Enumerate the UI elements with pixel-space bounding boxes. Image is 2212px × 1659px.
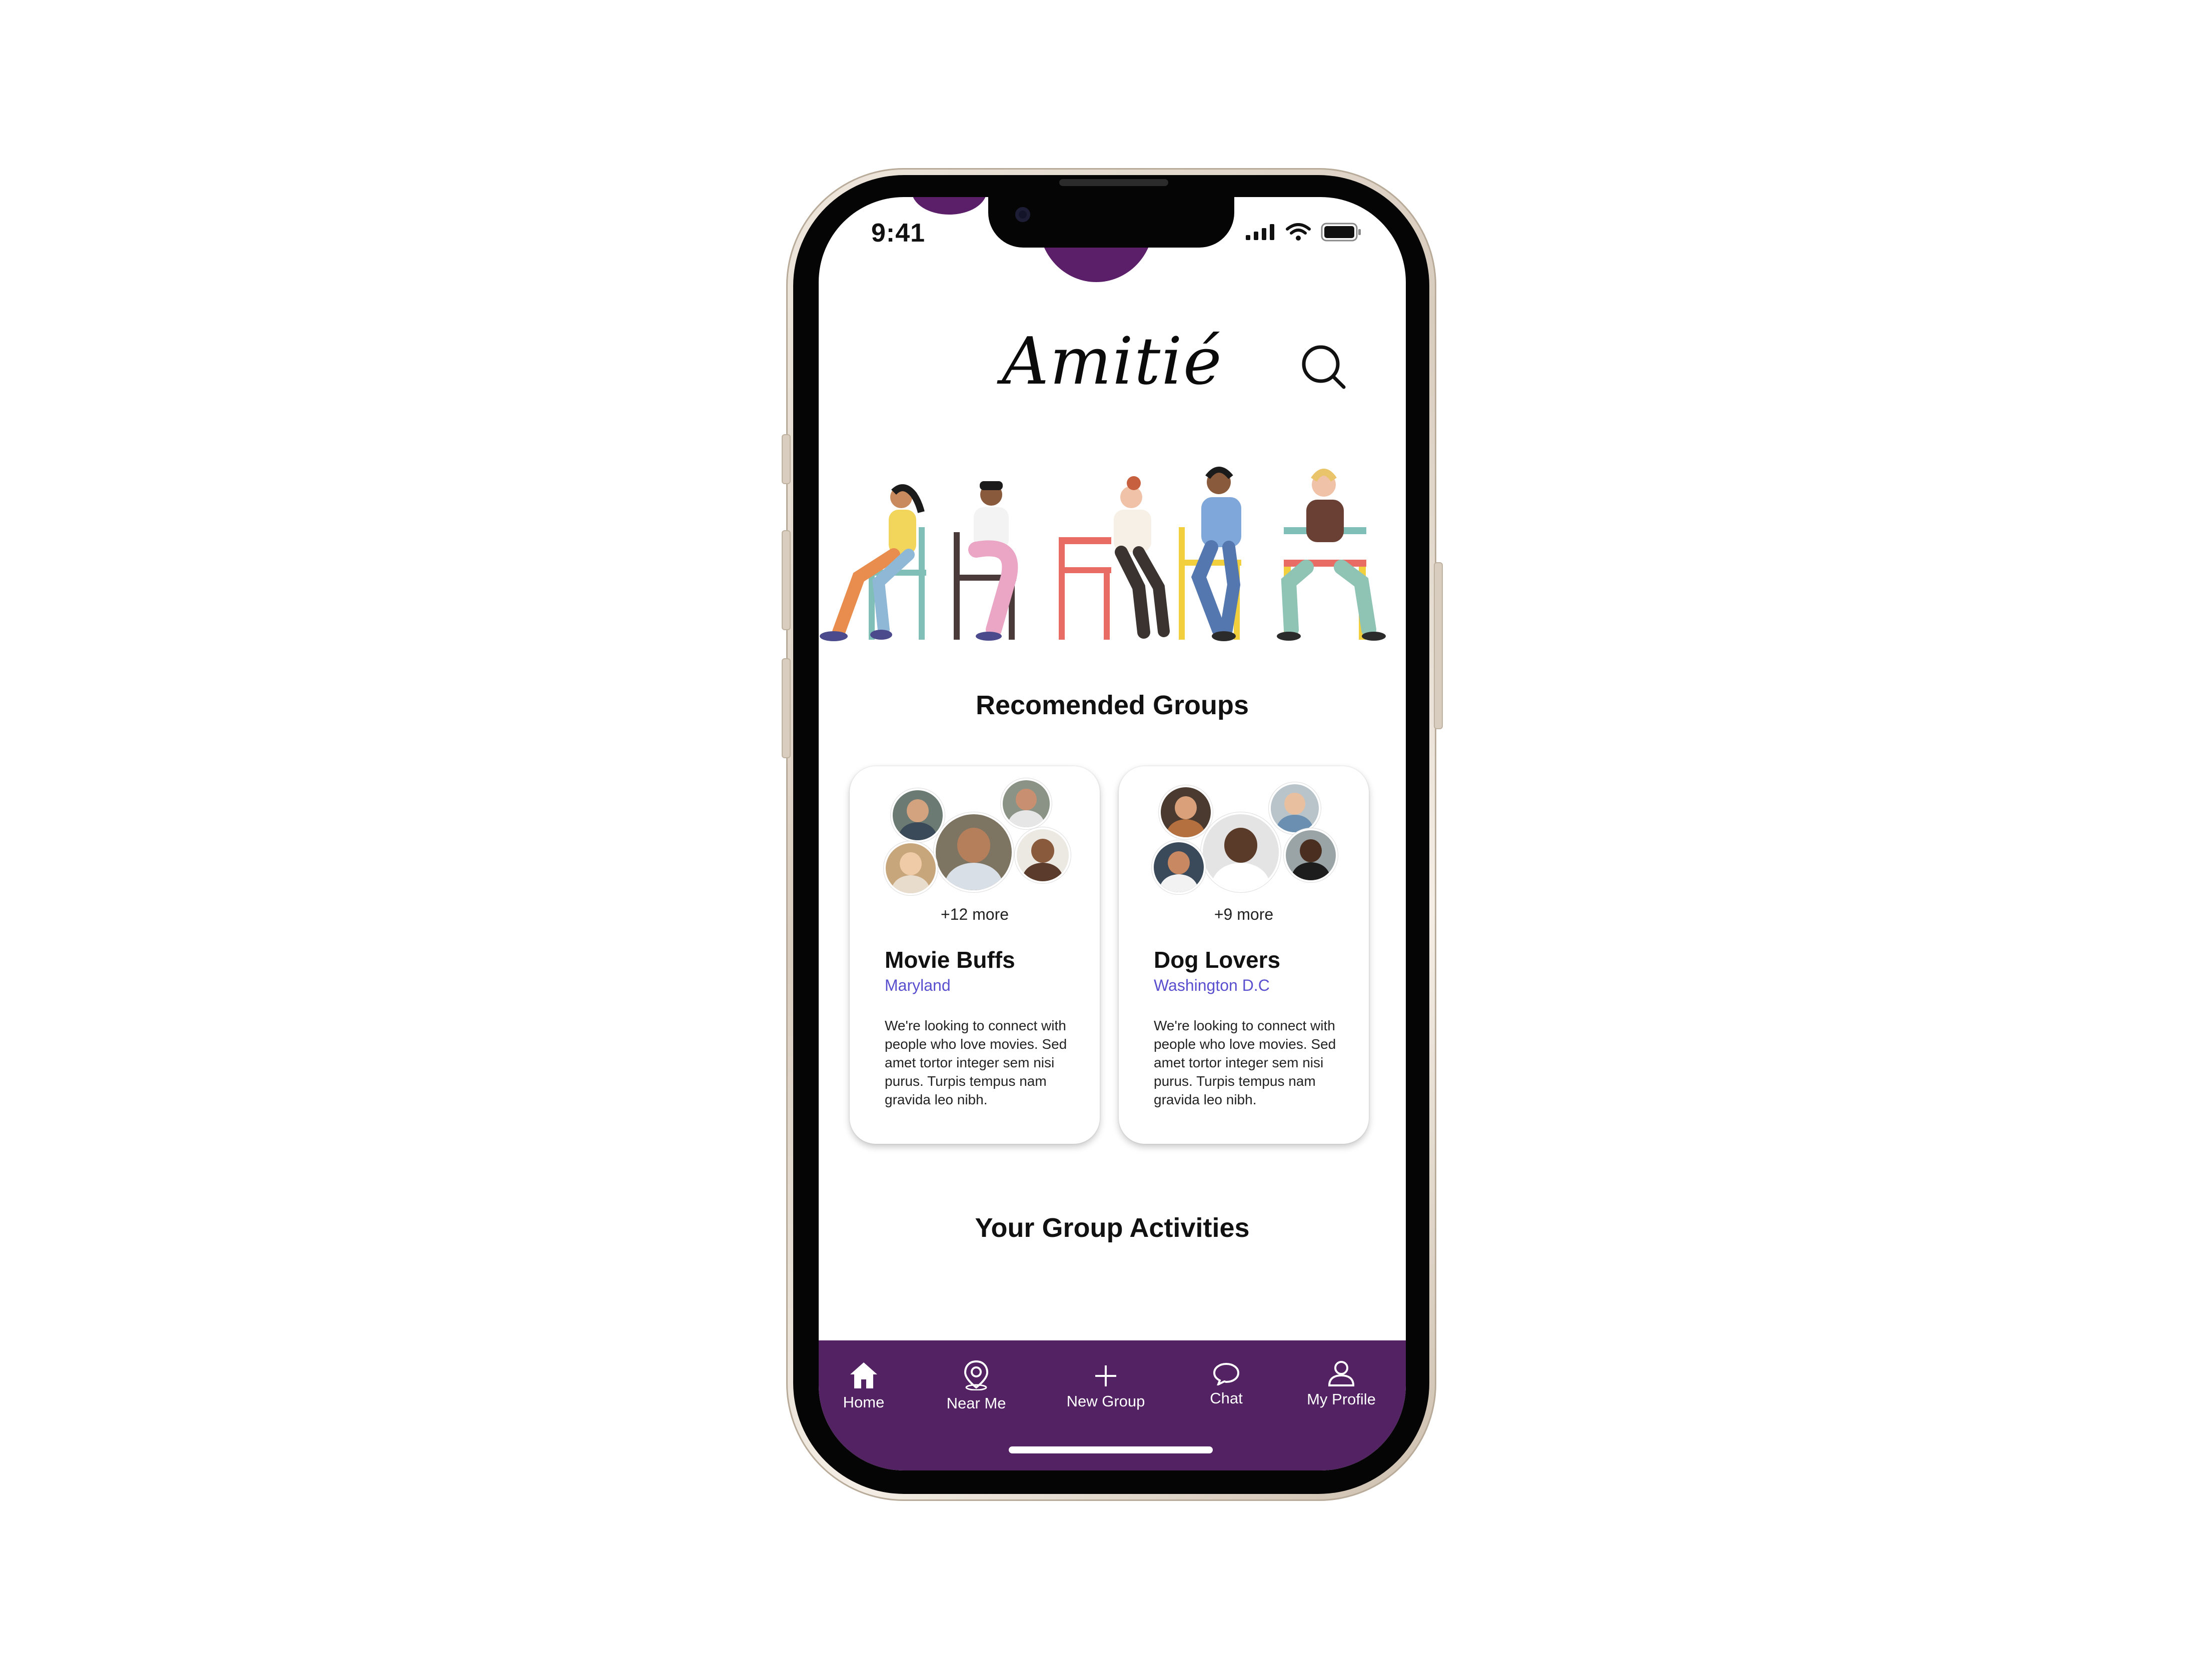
front-camera (1015, 207, 1030, 222)
decorative-blob (912, 197, 987, 215)
nav-label: New Group (1066, 1392, 1145, 1410)
volume-down-button (782, 658, 791, 758)
avatar (1152, 840, 1206, 894)
signal-icon (1246, 224, 1274, 240)
nav-home[interactable]: Home (819, 1360, 914, 1411)
silent-switch (782, 434, 791, 484)
avatar (1284, 828, 1338, 882)
home-icon (850, 1362, 877, 1388)
chat-bubble-icon (1213, 1362, 1240, 1385)
more-members-count: +12 more (940, 905, 1009, 923)
group-card-dog-lovers[interactable]: +9 more Dog Lovers Washington D.C We're … (1119, 766, 1369, 1144)
avatar (1015, 827, 1071, 883)
nav-my-profile[interactable]: My Profile (1291, 1360, 1391, 1408)
battery-icon (1321, 223, 1361, 242)
plus-icon (1095, 1365, 1116, 1386)
bottom-nav: Home Near Me New Group Chat My Profile (819, 1340, 1406, 1470)
avatar (891, 788, 945, 842)
more-members-count: +9 more (1214, 905, 1274, 923)
volume-up-button (782, 530, 791, 630)
avatar (884, 841, 938, 895)
nav-label: My Profile (1307, 1390, 1376, 1408)
wifi-icon (1286, 223, 1311, 241)
nav-new-group[interactable]: New Group (1056, 1363, 1156, 1410)
group-description: We're looking to connect with people who… (1154, 1018, 1336, 1107)
user-icon (1328, 1361, 1355, 1386)
group-card-movie-buffs[interactable]: +12 more Movie Buffs Maryland We're look… (850, 766, 1100, 1144)
app-screen: 9:41 Amitié Recomended Groups +12 more M… (819, 197, 1406, 1470)
member-avatars (850, 766, 1100, 901)
status-icons (1246, 222, 1362, 242)
search-icon (1302, 345, 1346, 389)
power-button (1434, 562, 1443, 729)
people-on-chairs-illustration (820, 467, 1386, 641)
recommended-groups-title: Recomended Groups (975, 690, 1249, 720)
status-time: 9:41 (871, 219, 926, 248)
nav-near-me[interactable]: Near Me (926, 1359, 1026, 1412)
avatar (1159, 785, 1213, 839)
speaker-grille (1059, 179, 1168, 186)
group-activities-title: Your Group Activities (975, 1213, 1250, 1243)
home-indicator[interactable] (1009, 1446, 1213, 1453)
nav-label: Near Me (946, 1394, 1006, 1412)
avatar (934, 812, 1014, 892)
group-description: We're looking to connect with people who… (885, 1018, 1067, 1107)
nav-chat[interactable]: Chat (1176, 1362, 1276, 1407)
nav-label: Chat (1210, 1389, 1243, 1407)
avatar (1001, 778, 1052, 829)
avatar (1269, 782, 1321, 834)
member-avatars (1119, 766, 1369, 901)
group-name: Dog Lovers (1154, 947, 1281, 973)
nav-label: Home (843, 1393, 885, 1411)
avatar (1201, 812, 1281, 892)
group-location: Washington D.C (1154, 976, 1270, 994)
search-button[interactable] (1299, 342, 1349, 392)
group-location: Maryland (885, 976, 951, 994)
location-pin-icon (964, 1360, 989, 1390)
group-name: Movie Buffs (885, 947, 1015, 973)
